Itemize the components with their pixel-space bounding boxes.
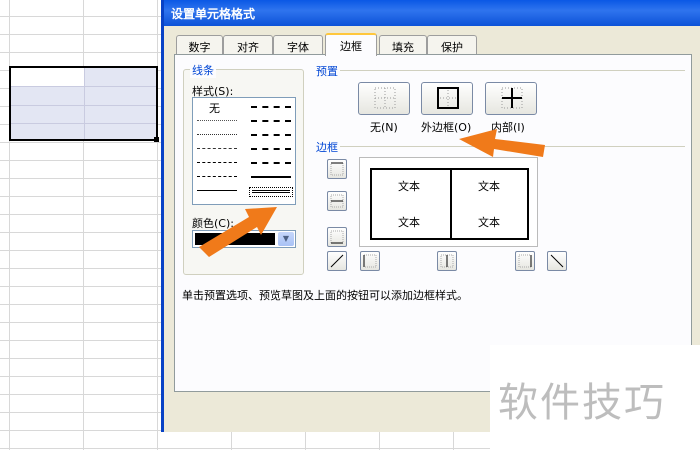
selected-cell-range[interactable] — [9, 66, 158, 141]
tab-font[interactable]: 字体 — [273, 35, 323, 55]
diagonal-down-border-button[interactable] — [547, 251, 567, 271]
line-style-option[interactable] — [197, 148, 237, 149]
preview-inner-line — [450, 170, 452, 238]
tab-protection[interactable]: 保护 — [427, 35, 477, 55]
bottom-border-icon — [330, 230, 344, 244]
dialog-titlebar[interactable]: 设置单元格格式 — [164, 0, 700, 26]
preset-none-label: 无(N) — [370, 121, 398, 134]
left-border-button[interactable] — [360, 251, 380, 271]
watermark: 软件技巧 — [498, 380, 666, 426]
diagonal-up-border-icon — [330, 254, 344, 268]
inside-horizontal-border-button[interactable] — [327, 191, 347, 211]
inside-vertical-border-icon — [440, 254, 454, 268]
line-style-option[interactable] — [251, 120, 291, 122]
line-style-option[interactable] — [197, 120, 237, 121]
preset-inside-button[interactable] — [485, 82, 537, 115]
line-style-option[interactable] — [197, 190, 237, 191]
line-style-option[interactable] — [251, 176, 291, 178]
line-style-option[interactable] — [197, 162, 237, 163]
annotation-arrow-icon — [199, 207, 277, 257]
tab-number[interactable]: 数字 — [176, 35, 223, 55]
preview-text: 文本 — [478, 180, 500, 193]
fill-handle[interactable] — [154, 137, 159, 142]
tab-border[interactable]: 边框 — [325, 33, 377, 56]
line-style-option[interactable] — [251, 148, 291, 150]
tab-fill[interactable]: 填充 — [379, 35, 427, 55]
inside-vertical-border-button[interactable] — [437, 251, 457, 271]
preset-outline-button[interactable] — [421, 82, 473, 115]
hint-text: 单击预置选项、预览草图及上面的按钮可以添加边框样式。 — [182, 289, 468, 302]
annotation-arrow-icon — [459, 129, 545, 157]
preset-section-label: 预置 — [316, 65, 338, 78]
diagonal-down-border-icon — [550, 254, 564, 268]
dialog-title: 设置单元格格式 — [171, 7, 256, 21]
top-border-icon — [330, 162, 344, 176]
line-style-option[interactable] — [251, 162, 291, 164]
border-preview[interactable]: 文本 文本 文本 文本 — [359, 157, 538, 247]
right-border-icon — [518, 254, 532, 268]
line-style-option[interactable] — [197, 176, 237, 177]
line-style-option[interactable] — [251, 134, 291, 136]
line-style-none[interactable]: 无 — [209, 100, 220, 116]
inside-border-icon — [501, 87, 523, 109]
preview-text: 文本 — [478, 216, 500, 229]
tab-alignment[interactable]: 对齐 — [223, 35, 273, 55]
line-style-list[interactable]: 无 — [192, 97, 296, 205]
line-style-option[interactable] — [197, 134, 237, 135]
bottom-border-button[interactable] — [327, 227, 347, 247]
preset-none-button[interactable] — [358, 82, 410, 115]
right-border-button[interactable] — [515, 251, 535, 271]
preview-text: 文本 — [398, 180, 420, 193]
diagonal-up-border-button[interactable] — [327, 251, 347, 271]
outline-border-icon — [437, 87, 459, 109]
left-border-icon — [363, 254, 377, 268]
no-border-icon — [374, 87, 396, 109]
preset-divider — [340, 70, 685, 71]
top-border-button[interactable] — [327, 159, 347, 179]
inside-horizontal-border-icon — [330, 194, 344, 208]
line-group-label: 线条 — [190, 62, 216, 78]
line-style-option[interactable] — [251, 106, 291, 108]
border-section-label: 边框 — [316, 141, 338, 154]
preview-text: 文本 — [398, 216, 420, 229]
preview-outline: 文本 文本 文本 文本 — [370, 168, 529, 240]
